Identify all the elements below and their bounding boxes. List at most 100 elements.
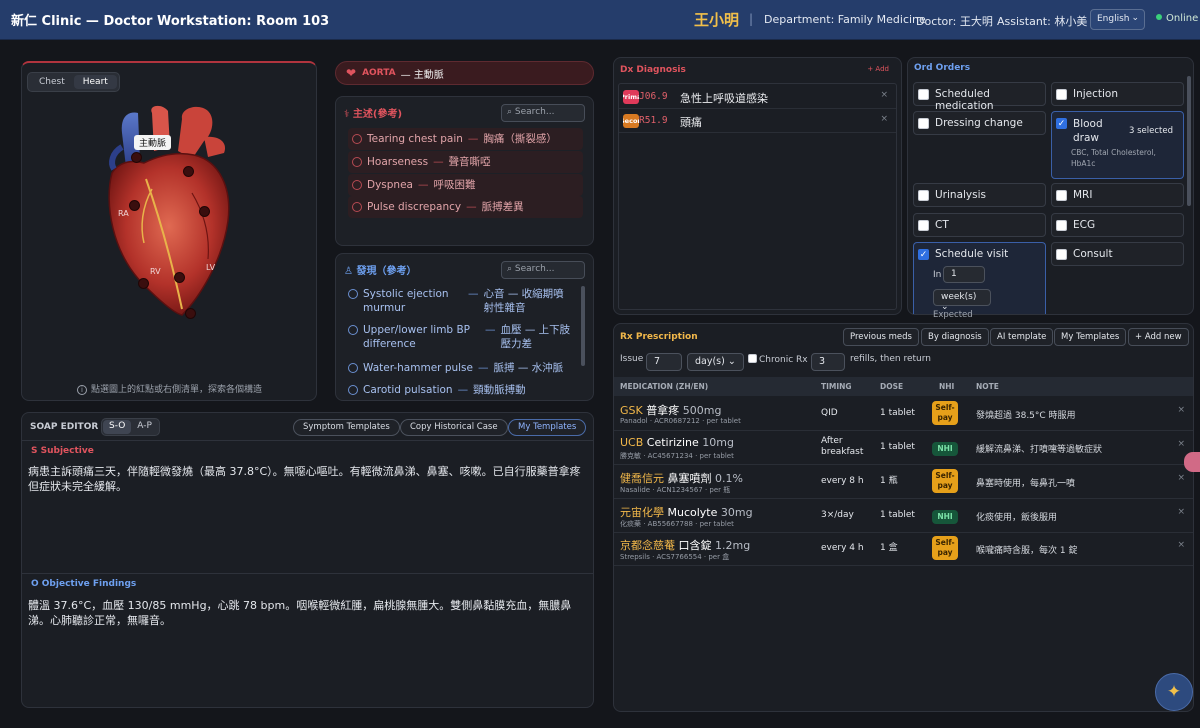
timing-cell[interactable]: every 8 h xyxy=(821,476,864,487)
note-cell[interactable]: 鼻塞時使用，每鼻孔一噴 xyxy=(976,476,1075,489)
side-tab-handle[interactable] xyxy=(1184,452,1200,472)
tab-chest[interactable]: Chest xyxy=(30,75,74,89)
dose-cell[interactable]: 1 瓶 xyxy=(880,476,898,487)
timing-cell[interactable]: 3×/day xyxy=(821,510,854,521)
radio-button[interactable] xyxy=(348,289,358,299)
radio-button[interactable] xyxy=(352,202,362,212)
checkbox[interactable] xyxy=(1056,249,1067,260)
dose-cell[interactable]: 1 tablet xyxy=(880,442,915,453)
checkbox[interactable] xyxy=(748,354,757,363)
order-ct[interactable]: CT xyxy=(913,213,1046,237)
timing-cell[interactable]: After breakfast xyxy=(821,436,873,458)
remove-row-icon[interactable]: × xyxy=(1177,540,1185,550)
hotspot-pulmonary[interactable] xyxy=(183,166,194,177)
order-ecg[interactable]: ECG xyxy=(1051,213,1184,237)
checkbox[interactable] xyxy=(918,190,929,201)
hotspot-apex[interactable] xyxy=(185,308,196,319)
checkbox-checked[interactable]: ✓ xyxy=(918,249,929,260)
dose-cell[interactable]: 1 tablet xyxy=(880,510,915,521)
checkbox[interactable] xyxy=(918,89,929,100)
order-blood-draw[interactable]: ✓ Blood draw 3 selected CBC, Total Chole… xyxy=(1051,111,1184,179)
radio-button[interactable] xyxy=(348,385,358,395)
dose-cell[interactable]: 1 tablet xyxy=(880,408,915,419)
radio-button[interactable] xyxy=(352,134,362,144)
order-consult[interactable]: Consult xyxy=(1051,242,1184,266)
visit-unit-select[interactable]: week(s) ⌄ xyxy=(933,289,991,312)
sign-item[interactable]: Systolic ejection murmur — 心音 — 收縮期噴射性雜音 xyxy=(348,287,577,315)
ai-template-button[interactable]: AI template xyxy=(990,328,1054,346)
remove-row-icon[interactable]: × xyxy=(1177,507,1185,517)
order-dressing-change[interactable]: Dressing change xyxy=(913,111,1046,135)
table-row[interactable]: 元宙化學 Mucolyte 30mg 化痰藥 · AB55667788 · pe… xyxy=(614,499,1193,533)
visit-interval-input[interactable]: 1 xyxy=(943,266,985,283)
dose-cell[interactable]: 1 盒 xyxy=(880,543,898,554)
hotspot-right-ventricle[interactable] xyxy=(138,278,149,289)
checkbox[interactable] xyxy=(1056,89,1067,100)
orders-scrollbar[interactable] xyxy=(1187,76,1191,206)
order-scheduled-medication[interactable]: Scheduled medication xyxy=(913,82,1046,112)
subjective-textarea[interactable]: 病患主訴頭痛三天，伴隨輕微發燒（最高 37.8°C）。無噁心嘔吐。有輕微流鼻涕、… xyxy=(28,464,588,494)
note-cell[interactable]: 緩解流鼻涕、打噴嚏等過敏症狀 xyxy=(976,442,1102,455)
my-templates-button[interactable]: My Templates xyxy=(1054,328,1127,346)
add-new-button[interactable]: + Add new xyxy=(1128,328,1189,346)
order-urinalysis[interactable]: Urinalysis xyxy=(913,183,1046,207)
diagnosis-row[interactable]: Secondary R51.9 頭痛 × xyxy=(619,110,896,133)
table-row[interactable]: UCB Cetirizine 10mg 勝克敏 · AC45671234 · p… xyxy=(614,431,1193,465)
table-row[interactable]: GSK 普拿疼 500mg Panadol · ACR0687212 · per… xyxy=(614,397,1193,431)
remove-row-icon[interactable]: × xyxy=(1177,473,1185,483)
patient-name[interactable]: 王小明 xyxy=(694,9,739,30)
nhi-badge[interactable]: NHI xyxy=(932,442,958,456)
issue-unit-select[interactable]: day(s) ⌄ xyxy=(687,353,744,371)
timing-cell[interactable]: every 4 h xyxy=(821,543,864,554)
table-row[interactable]: 健喬信元 鼻塞噴劑 0.1% Nasalide · ACN1234567 · p… xyxy=(614,465,1193,499)
tab-a-p[interactable]: A-P xyxy=(131,420,158,434)
timing-cell[interactable]: QID xyxy=(821,408,838,419)
note-cell[interactable]: 化痰使用，飯後服用 xyxy=(976,510,1057,523)
checkbox-checked[interactable]: ✓ xyxy=(1056,118,1067,129)
radio-button[interactable] xyxy=(352,180,362,190)
nhi-badge[interactable]: Self-pay xyxy=(932,536,958,560)
symptom-item[interactable]: Pulse discrepancy — 脈搏差異 xyxy=(348,196,583,218)
signs-scrollbar[interactable] xyxy=(581,286,585,366)
radio-button[interactable] xyxy=(352,157,362,167)
radio-button[interactable] xyxy=(348,325,358,335)
checkbox[interactable] xyxy=(1056,220,1067,231)
chronic-rx-toggle[interactable]: Chronic Rx xyxy=(748,354,808,365)
nhi-badge[interactable]: Self-pay xyxy=(932,469,958,493)
note-cell[interactable]: 發燒超過 38.5°C 時服用 xyxy=(976,408,1076,421)
hotspot-left-atrium[interactable] xyxy=(199,206,210,217)
signs-search-input[interactable]: ⌕ Search... xyxy=(501,261,585,279)
remove-diagnosis-icon[interactable]: × xyxy=(880,90,888,100)
diagnosis-row[interactable]: Primary J06.9 急性上呼吸道感染 × xyxy=(619,86,896,109)
copy-historical-case-button[interactable]: Copy Historical Case xyxy=(400,419,508,436)
tab-s-o[interactable]: S-O xyxy=(103,420,132,434)
hotspot-right-atrium[interactable] xyxy=(129,200,140,211)
symptom-templates-button[interactable]: Symptom Templates xyxy=(293,419,400,436)
order-mri[interactable]: MRI xyxy=(1051,183,1184,207)
remove-diagnosis-icon[interactable]: × xyxy=(880,114,888,124)
symptoms-search-input[interactable]: ⌕ Search... xyxy=(501,104,585,122)
checkbox[interactable] xyxy=(1056,190,1067,201)
checkbox[interactable] xyxy=(918,118,929,129)
by-diagnosis-button[interactable]: By diagnosis xyxy=(921,328,989,346)
table-row[interactable]: 京都念慈菴 口含錠 1.2mg Strepsils · ACS7766554 ·… xyxy=(614,532,1193,566)
my-templates-button[interactable]: My Templates xyxy=(508,419,587,436)
nhi-badge[interactable]: Self-pay xyxy=(932,401,958,425)
nhi-badge[interactable]: NHI xyxy=(932,510,958,524)
hotspot-aorta[interactable] xyxy=(131,152,142,163)
issue-days-input[interactable]: 7 xyxy=(646,353,682,371)
tab-heart[interactable]: Heart xyxy=(73,75,117,89)
radio-button[interactable] xyxy=(348,363,358,373)
sign-item[interactable]: Carotid pulsation — 頸動脈搏動 xyxy=(348,383,583,397)
sign-item[interactable]: Upper/lower limb BP difference — 血壓 — 上下肢壓… xyxy=(348,323,577,351)
order-injection[interactable]: Injection xyxy=(1051,82,1184,106)
symptom-item[interactable]: Dyspnea — 呼吸困難 xyxy=(348,174,583,196)
language-select[interactable]: English ⌄ xyxy=(1090,9,1145,30)
symptom-item[interactable]: Hoarseness — 聲音嘶啞 xyxy=(348,151,583,173)
assistant-button[interactable]: ✦ xyxy=(1155,673,1193,711)
remove-row-icon[interactable]: × xyxy=(1177,439,1185,449)
hotspot-septum[interactable] xyxy=(174,272,185,283)
symptom-item[interactable]: Tearing chest pain — 胸痛（撕裂感） xyxy=(348,128,583,150)
previous-meds-button[interactable]: Previous meds xyxy=(843,328,919,346)
sign-item[interactable]: Water-hammer pulse — 脈搏 — 水沖脈 xyxy=(348,361,583,375)
